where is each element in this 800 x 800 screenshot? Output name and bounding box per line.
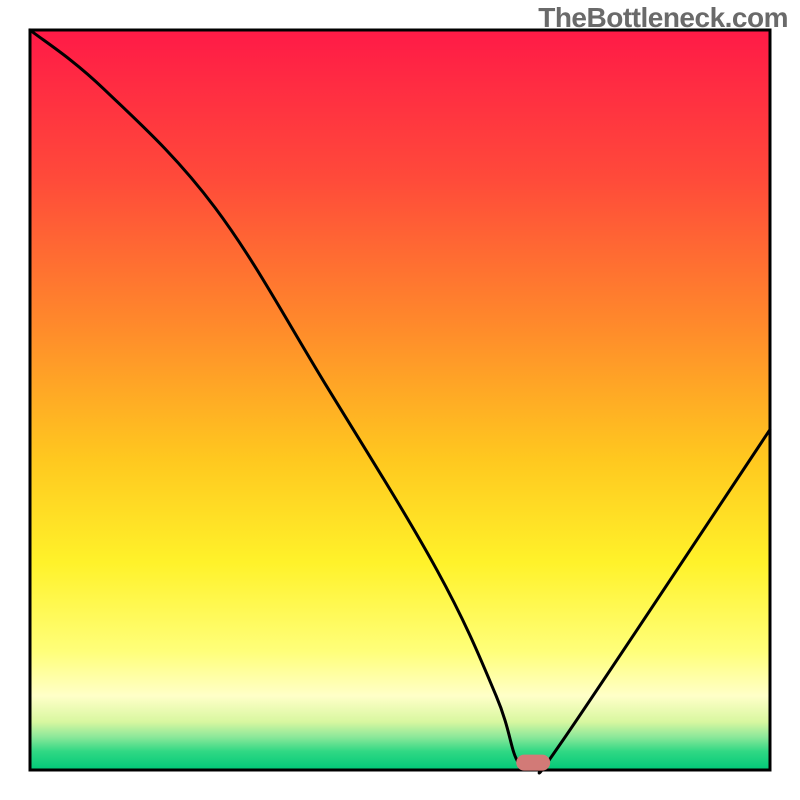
bottleneck-chart (0, 0, 800, 800)
chart-frame: TheBottleneck.com (0, 0, 800, 800)
watermark-text: TheBottleneck.com (538, 2, 788, 34)
optimal-point-marker (516, 755, 550, 771)
plot-background (30, 30, 770, 770)
